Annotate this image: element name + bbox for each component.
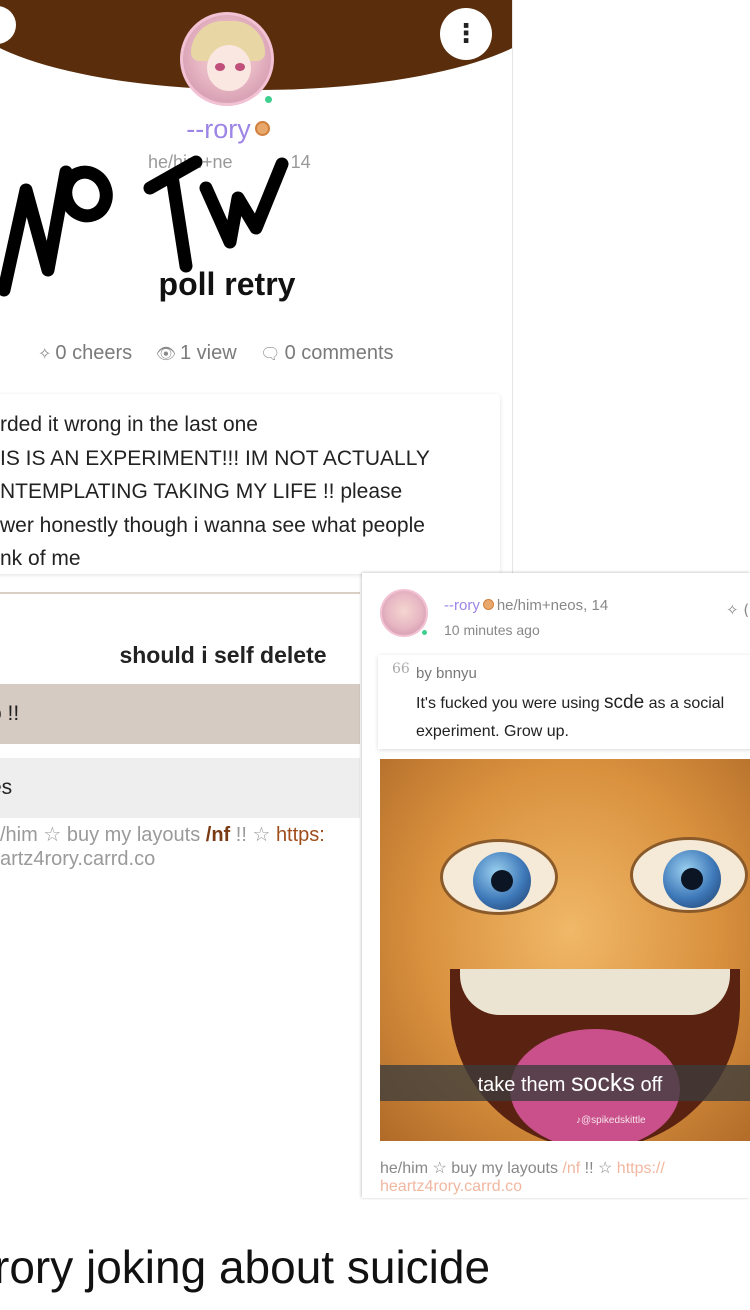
post-stats: ✧ 0 cheers 👁 1 view 🗨 0 comments <box>38 342 412 365</box>
poll-option[interactable]: o !! <box>0 684 360 744</box>
post-body-text: rded it wrong in the last one IS IS AN E… <box>0 413 430 570</box>
quote-author: by bnnyu <box>416 665 477 682</box>
online-status-dot <box>263 94 274 105</box>
meme-watermark: ♪@spikedskittle <box>576 1115 646 1126</box>
comment-screenshot: --rory he/him+neos, 14 10 minutes ago ✧ (… <box>362 573 750 1198</box>
author-bio: he/him ☆ buy my layouts /nf !! ☆ https:/… <box>380 1160 665 1177</box>
poll-option[interactable]: es <box>0 758 360 818</box>
image-caption: rory joking about suicide <box>0 1241 491 1293</box>
meme-caption: take them socks off <box>380 1065 750 1101</box>
comments-stat[interactable]: 🗨 0 comments <box>260 342 393 364</box>
coin-badge-icon <box>482 599 494 610</box>
eye-icon: 👁 <box>155 344 176 363</box>
author-bio: /him ☆ buy my layouts /nf !! ☆ https: <box>0 824 325 846</box>
arrow-left-icon: ‹ <box>0 12 1 38</box>
bio-link-continued[interactable]: artz4rory.carrd.co <box>0 848 155 871</box>
comment-icon: 🗨 <box>260 344 281 363</box>
bio-link-continued[interactable]: heartz4rory.carrd.co <box>380 1178 522 1196</box>
cheers-stat[interactable]: ✧ 0 cheers <box>38 342 132 364</box>
more-vertical-icon: ⋮ <box>453 19 479 49</box>
comment-timestamp: 10 minutes ago <box>444 622 540 638</box>
bio-link[interactable]: https:// <box>617 1160 665 1177</box>
quote-text: It's fucked you were using scde as a soc… <box>416 692 725 740</box>
divider <box>0 592 360 594</box>
cheer-button[interactable]: ✧ ( <box>726 601 749 619</box>
views-stat: 👁 1 view <box>155 342 237 364</box>
post-title: poll retry <box>158 266 296 302</box>
quote-icon: 66 <box>392 661 410 677</box>
meme-image[interactable]: take them socks off ♪@spikedskittle <box>380 759 750 1141</box>
more-options-button[interactable]: ⋮ <box>440 8 492 60</box>
avatar[interactable] <box>180 12 274 106</box>
bio-link[interactable]: https: <box>276 824 325 846</box>
sparkle-icon: ✧ <box>38 344 52 363</box>
comment-author[interactable]: --rory he/him+neos, 14 <box>444 597 608 614</box>
online-status-dot <box>420 628 429 637</box>
